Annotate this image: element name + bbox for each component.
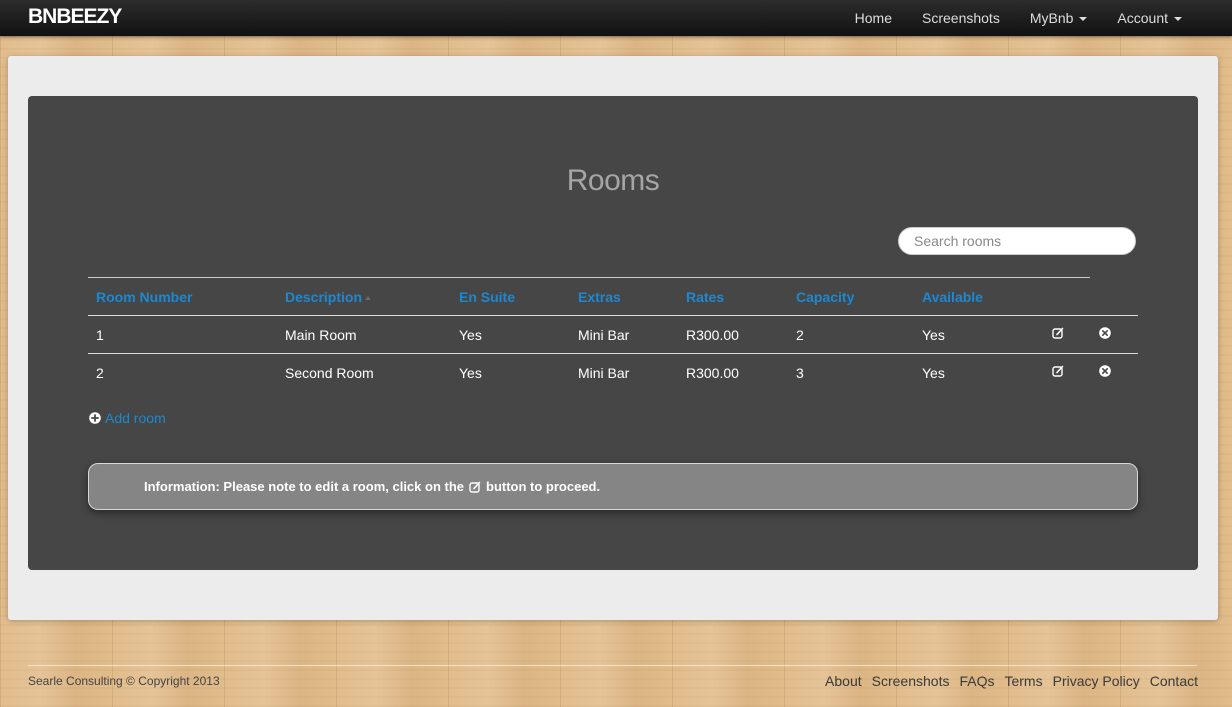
remove-icon[interactable] xyxy=(1099,327,1111,339)
column-header-capacity[interactable]: Capacity xyxy=(796,289,854,305)
cell-extras: Mini Bar xyxy=(578,365,630,381)
footer-link-faqs[interactable]: FAQs xyxy=(959,673,994,689)
remove-icon[interactable] xyxy=(1099,365,1111,377)
cell-available: Yes xyxy=(922,327,945,343)
footer-link-screenshots[interactable]: Screenshots xyxy=(872,673,950,689)
nav-screenshots[interactable]: Screenshots xyxy=(922,10,1000,26)
cell-capacity: 3 xyxy=(796,365,804,381)
rooms-table: Room Number Description En Suite Extras … xyxy=(88,277,1138,391)
rooms-panel: Rooms Room Number Description En Suite E… xyxy=(28,96,1198,570)
footer-divider xyxy=(28,665,1197,666)
edit-icon[interactable] xyxy=(1052,327,1064,339)
footer-links: About Screenshots FAQs Terms Privacy Pol… xyxy=(815,673,1198,689)
nav-home[interactable]: Home xyxy=(855,10,892,26)
cell-extras: Mini Bar xyxy=(578,327,630,343)
top-navbar: BNBEEZY Home Screenshots MyBnb Account xyxy=(0,0,1232,36)
cell-rates: R300.00 xyxy=(686,327,739,343)
cell-rates: R300.00 xyxy=(686,365,739,381)
info-text-suffix: button to proceed. xyxy=(486,479,601,494)
column-header-extras[interactable]: Extras xyxy=(578,289,621,305)
table-row: 1 Main Room Yes Mini Bar R300.00 2 Yes xyxy=(88,315,1138,353)
add-room-label: Add room xyxy=(105,410,166,426)
nav-account-label: Account xyxy=(1117,10,1168,26)
cell-en-suite: Yes xyxy=(459,365,482,381)
edit-icon xyxy=(469,481,481,493)
info-message: Information: Please note to edit a room,… xyxy=(144,479,600,494)
main-nav: Home Screenshots MyBnb Account xyxy=(825,0,1182,36)
caret-down-icon xyxy=(1174,16,1182,21)
footer-link-contact[interactable]: Contact xyxy=(1150,673,1198,689)
nav-account-dropdown[interactable]: Account xyxy=(1117,10,1182,26)
info-text-prefix: Information: Please note to edit a room,… xyxy=(144,479,464,494)
caret-down-icon xyxy=(1079,16,1088,21)
table-row: 2 Second Room Yes Mini Bar R300.00 3 Yes xyxy=(88,353,1138,391)
column-header-en-suite[interactable]: En Suite xyxy=(459,289,515,305)
sort-ascending-icon xyxy=(365,296,372,300)
column-header-rates[interactable]: Rates xyxy=(686,289,724,305)
footer-link-privacy-policy[interactable]: Privacy Policy xyxy=(1053,673,1140,689)
cell-description: Second Room xyxy=(285,365,374,381)
cell-available: Yes xyxy=(922,365,945,381)
column-header-description-label: Description xyxy=(285,289,363,305)
nav-mybnb-dropdown[interactable]: MyBnb xyxy=(1030,10,1088,26)
column-header-description[interactable]: Description xyxy=(285,289,372,305)
search-rooms-input[interactable] xyxy=(898,227,1136,255)
cell-en-suite: Yes xyxy=(459,327,482,343)
column-header-available[interactable]: Available xyxy=(922,289,983,305)
footer-link-about[interactable]: About xyxy=(825,673,862,689)
edit-icon[interactable] xyxy=(1052,365,1064,377)
footer-copyright: Searle Consulting © Copyright 2013 xyxy=(28,674,220,688)
add-room-link[interactable]: Add room xyxy=(89,410,166,426)
cell-room-number: 1 xyxy=(96,327,104,343)
column-header-room-number[interactable]: Room Number xyxy=(96,289,192,305)
brand-logo[interactable]: BNBEEZY xyxy=(28,5,122,29)
table-header: Room Number Description En Suite Extras … xyxy=(88,277,1090,315)
page-title: Rooms xyxy=(566,164,660,197)
main-container: Rooms Room Number Description En Suite E… xyxy=(8,56,1218,620)
plus-circle-icon xyxy=(89,412,101,424)
info-box: Information: Please note to edit a room,… xyxy=(88,463,1138,510)
footer-link-terms[interactable]: Terms xyxy=(1004,673,1042,689)
nav-mybnb-label: MyBnb xyxy=(1029,10,1074,26)
cell-capacity: 2 xyxy=(796,327,804,343)
cell-description: Main Room xyxy=(285,327,357,343)
nav-home-label: Home xyxy=(854,10,892,26)
cell-room-number: 2 xyxy=(96,365,104,381)
nav-screenshots-label: Screenshots xyxy=(922,10,1000,26)
